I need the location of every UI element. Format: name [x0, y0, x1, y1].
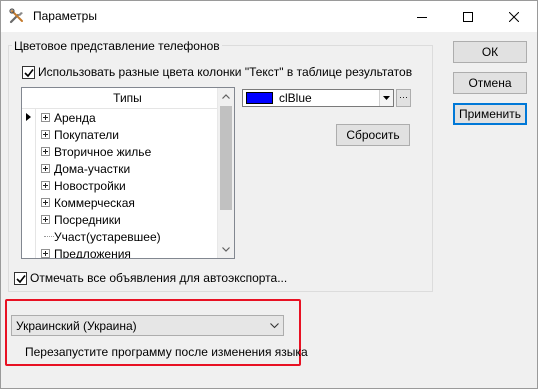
- tree-row-label: Новостройки: [54, 178, 126, 193]
- tree-row-uchast[interactable]: Участ(устаревшее): [22, 228, 219, 245]
- color-select[interactable]: clBlue: [242, 89, 394, 107]
- tree-row-label: Предложения: [54, 246, 131, 259]
- language-restart-note: Перезапустите программу после изменения …: [25, 345, 308, 359]
- scroll-up-button[interactable]: [218, 88, 234, 105]
- tree-row-pokupateli[interactable]: Покупатели: [22, 126, 219, 143]
- cancel-button[interactable]: Отмена: [453, 72, 527, 94]
- tree-row-label: Посредники: [54, 212, 121, 227]
- ok-button[interactable]: ОК: [453, 41, 527, 63]
- title-bar[interactable]: Параметры: [1, 1, 537, 32]
- language-select[interactable]: Украинский (Украина): [11, 315, 284, 336]
- expand-plus-icon[interactable]: [41, 198, 50, 207]
- scroll-down-button[interactable]: [218, 241, 234, 258]
- types-tree[interactable]: Типы Аренда Покупатели Вторичное жилье Д…: [21, 87, 235, 259]
- tree-row-kommercheskaya[interactable]: Коммерческая: [22, 194, 219, 211]
- tree-row-label: Аренда: [54, 110, 96, 125]
- tree-row-doma[interactable]: Дома-участки: [22, 160, 219, 177]
- scroll-thumb[interactable]: [220, 106, 232, 210]
- tree-row-label: Участ(устаревшее): [54, 229, 161, 244]
- tree-row-arenda[interactable]: Аренда: [22, 109, 219, 126]
- expand-plus-icon[interactable]: [41, 113, 50, 122]
- chevron-down-icon: [269, 322, 279, 328]
- chevron-up-icon: [222, 94, 230, 99]
- minimize-icon: [417, 16, 427, 18]
- tree-row-vtorichnoe[interactable]: Вторичное жилье: [22, 143, 219, 160]
- tree-row-label: Коммерческая: [54, 195, 135, 210]
- use-colors-checkbox-box[interactable]: [22, 65, 35, 79]
- tree-connector-line: [44, 236, 54, 237]
- tree-row-label: Покупатели: [54, 127, 119, 142]
- tools-icon: [9, 8, 25, 24]
- group-title: Цветовое представление телефонов: [12, 39, 222, 53]
- tree-rows: Аренда Покупатели Вторичное жилье Дома-у…: [22, 109, 219, 259]
- autoexport-label: Отмечать все объявления для автоэкспорта…: [30, 271, 288, 285]
- dropdown-arrow-icon: [383, 96, 390, 100]
- parameters-dialog: Параметры Цветовое представление телефон…: [0, 0, 538, 389]
- close-button[interactable]: [491, 1, 537, 32]
- current-row-arrow-icon: [26, 113, 31, 121]
- expand-plus-icon[interactable]: [41, 249, 50, 258]
- tree-row-posredniki[interactable]: Посредники: [22, 211, 219, 228]
- language-dropdown-button[interactable]: [265, 322, 283, 329]
- color-swatch: [246, 92, 273, 104]
- autoexport-checkbox-box[interactable]: [14, 271, 27, 285]
- color-more-button[interactable]: ···: [396, 89, 411, 107]
- tree-header-types[interactable]: Типы: [22, 88, 219, 109]
- use-colors-label: Использовать разные цвета колонки "Текст…: [38, 65, 413, 79]
- apply-button[interactable]: Применить: [453, 103, 527, 125]
- minimize-button[interactable]: [399, 1, 445, 32]
- maximize-icon: [463, 11, 473, 22]
- color-dropdown-button[interactable]: [379, 90, 393, 106]
- expand-plus-icon[interactable]: [41, 215, 50, 224]
- color-value: clBlue: [279, 91, 312, 105]
- tree-row-novostroyki[interactable]: Новостройки: [22, 177, 219, 194]
- expand-plus-icon[interactable]: [41, 130, 50, 139]
- autoexport-checkbox[interactable]: Отмечать все объявления для автоэкспорта…: [14, 271, 287, 285]
- tree-row-label: Вторичное жилье: [54, 144, 152, 159]
- expand-plus-icon[interactable]: [41, 147, 50, 156]
- window-title: Параметры: [33, 9, 97, 23]
- expand-plus-icon[interactable]: [41, 181, 50, 190]
- close-icon: [509, 11, 519, 22]
- tree-row-label: Дома-участки: [54, 161, 131, 176]
- tree-vertical-scrollbar[interactable]: [217, 88, 234, 258]
- reset-button[interactable]: Сбросить: [336, 124, 410, 146]
- language-value: Украинский (Украина): [16, 318, 137, 333]
- use-colors-checkbox[interactable]: Использовать разные цвета колонки "Текст…: [22, 65, 412, 79]
- maximize-button[interactable]: [445, 1, 491, 32]
- expand-plus-icon[interactable]: [41, 164, 50, 173]
- tree-row-predlozheniya[interactable]: Предложения: [22, 245, 219, 259]
- chevron-down-icon: [222, 247, 230, 252]
